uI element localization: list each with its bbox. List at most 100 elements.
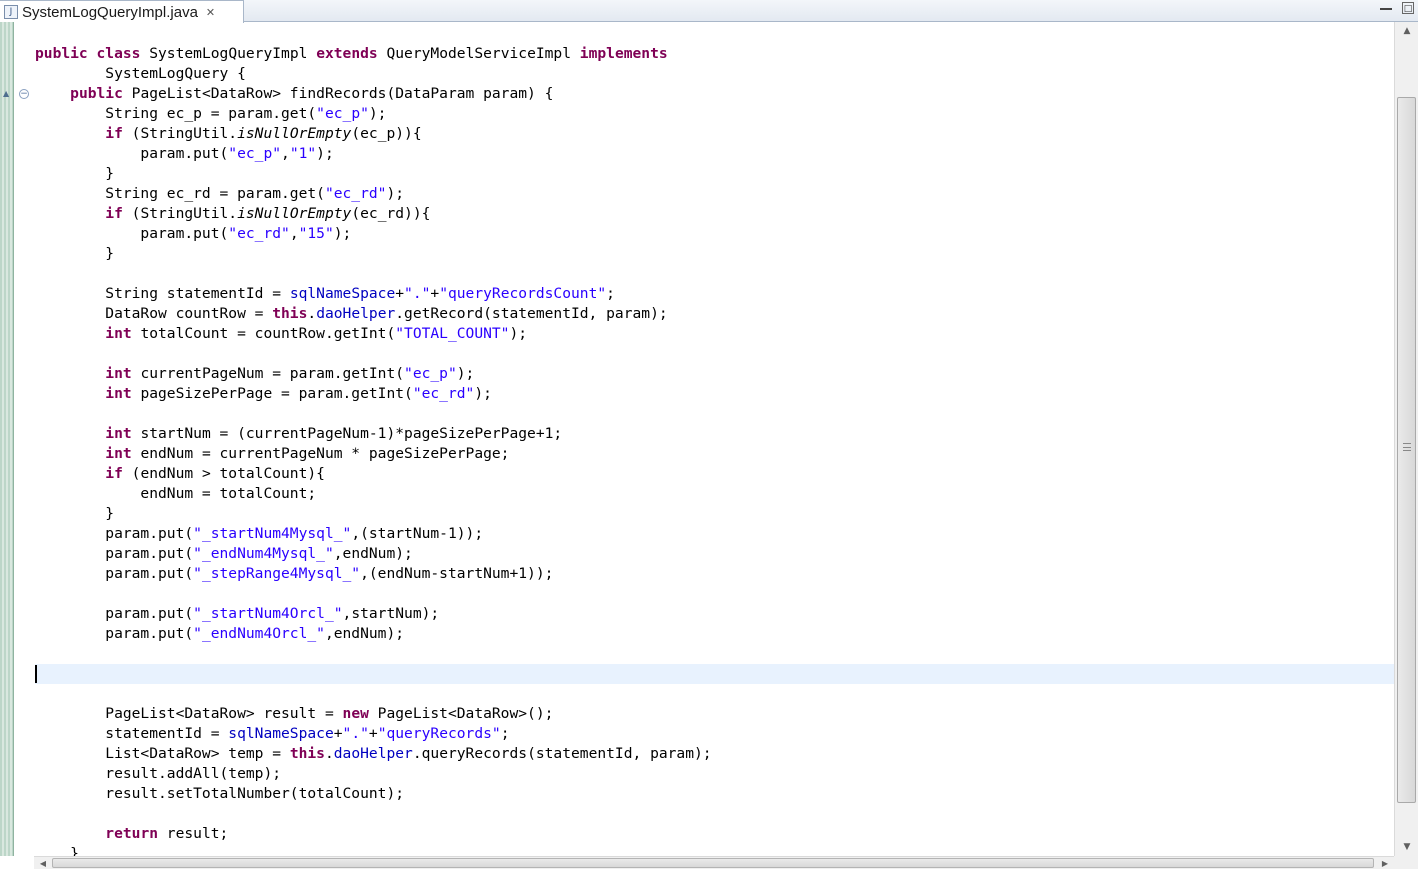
code-content[interactable]: public class SystemLogQueryImpl extends … <box>35 44 1394 856</box>
code-line[interactable]: param.put("ec_p","1"); <box>35 144 1394 164</box>
code-token: SystemLogQueryImpl <box>140 45 317 62</box>
code-line[interactable] <box>35 344 1394 364</box>
horizontal-scrollbar[interactable]: ◀ ▶ <box>34 856 1394 869</box>
code-token: endNum = currentPageNum * pageSizePerPag… <box>131 445 510 462</box>
code-editor[interactable]: public class SystemLogQueryImpl extends … <box>34 22 1394 856</box>
code-token: int <box>105 365 132 382</box>
code-token: param.put( <box>35 545 194 562</box>
code-token: ); <box>386 185 405 202</box>
scroll-up-icon[interactable]: ▲ <box>1399 24 1415 38</box>
scroll-right-icon[interactable]: ▶ <box>1378 857 1392 869</box>
code-token: param.put( <box>35 525 194 542</box>
code-token: "ec_p" <box>228 145 282 162</box>
code-token: ); <box>509 325 528 342</box>
code-line[interactable]: if (endNum > totalCount){ <box>35 464 1394 484</box>
code-token: . <box>307 305 317 322</box>
maximize-icon[interactable]: □ <box>1402 2 1414 14</box>
code-token: totalCount = countRow.getInt( <box>131 325 396 342</box>
code-line[interactable]: String statementId = sqlNameSpace+"."+"q… <box>35 284 1394 304</box>
code-line[interactable] <box>35 584 1394 604</box>
code-line[interactable]: DataRow countRow = this.daoHelper.getRec… <box>35 304 1394 324</box>
code-token: extends <box>316 45 378 62</box>
code-line[interactable]: if (StringUtil.isNullOrEmpty(ec_rd)){ <box>35 204 1394 224</box>
code-token: isNullOrEmpty <box>237 125 352 142</box>
code-line[interactable]: } <box>35 844 1394 856</box>
code-token: ); <box>316 145 334 162</box>
collapse-icon[interactable]: − <box>19 89 29 99</box>
code-token: List<DataRow> temp = <box>35 745 290 762</box>
code-line[interactable]: } <box>35 504 1394 524</box>
code-line[interactable]: public class SystemLogQueryImpl extends … <box>35 44 1394 64</box>
code-line[interactable]: param.put("_startNum4Mysql_",(startNum-1… <box>35 524 1394 544</box>
code-token: .getRecord(statementId, param); <box>395 305 668 322</box>
code-token: new <box>342 705 369 722</box>
code-line[interactable]: param.put("_stepRange4Mysql_",(endNum-st… <box>35 564 1394 584</box>
code-token: "15" <box>298 225 334 242</box>
code-line[interactable]: return result; <box>35 824 1394 844</box>
code-line[interactable]: param.put("ec_rd","15"); <box>35 224 1394 244</box>
code-line[interactable]: if (StringUtil.isNullOrEmpty(ec_p)){ <box>35 124 1394 144</box>
code-token: "1" <box>289 145 317 162</box>
horizontal-scroll-thumb[interactable] <box>52 858 1374 868</box>
minimize-icon[interactable] <box>1380 2 1392 10</box>
code-line[interactable]: String ec_p = param.get("ec_p"); <box>35 104 1394 124</box>
code-token: result.setTotalNumber(totalCount); <box>35 785 405 802</box>
code-token: QueryModelServiceImpl <box>377 45 580 62</box>
code-token: "_endNum4Orcl_" <box>193 625 325 642</box>
code-token: sqlNameSpace <box>228 725 334 742</box>
code-line[interactable]: endNum = totalCount; <box>35 484 1394 504</box>
code-line[interactable]: param.put("_endNum4Orcl_",endNum); <box>35 624 1394 644</box>
code-token: + <box>395 285 405 302</box>
code-line[interactable]: int endNum = currentPageNum * pageSizePe… <box>35 444 1394 464</box>
code-line[interactable]: result.setTotalNumber(totalCount); <box>35 784 1394 804</box>
code-token: int <box>105 325 132 342</box>
code-line[interactable]: int totalCount = countRow.getInt("TOTAL_… <box>35 324 1394 344</box>
code-token: this <box>272 305 308 322</box>
code-line[interactable] <box>35 264 1394 284</box>
vertical-scrollbar[interactable]: ▲ ▼ <box>1394 22 1418 856</box>
text-caret <box>35 665 37 683</box>
code-token: .queryRecords(statementId, param); <box>412 745 712 762</box>
code-token: "TOTAL_COUNT" <box>395 325 510 342</box>
code-line[interactable] <box>35 664 1394 684</box>
code-line[interactable]: SystemLogQuery { <box>35 64 1394 84</box>
code-token: } <box>35 845 79 856</box>
code-token: "ec_p" <box>404 365 457 382</box>
code-line[interactable]: String ec_rd = param.get("ec_rd"); <box>35 184 1394 204</box>
window-controls: □ <box>1380 2 1414 14</box>
code-line[interactable]: result.addAll(temp); <box>35 764 1394 784</box>
code-line[interactable]: PageList<DataRow> result = new PageList<… <box>35 704 1394 724</box>
code-line[interactable]: List<DataRow> temp = this.daoHelper.quer… <box>35 744 1394 764</box>
close-icon[interactable]: ✕ <box>206 6 215 19</box>
code-line[interactable]: int pageSizePerPage = param.getInt("ec_r… <box>35 384 1394 404</box>
code-line[interactable]: param.put("_endNum4Mysql_",endNum); <box>35 544 1394 564</box>
folding-gutter <box>15 22 33 856</box>
code-token: "_stepRange4Mysql_" <box>193 565 361 582</box>
code-token: daoHelper <box>333 745 413 762</box>
code-token: ); <box>368 105 387 122</box>
code-line[interactable]: int startNum = (currentPageNum-1)*pageSi… <box>35 424 1394 444</box>
code-line[interactable]: int currentPageNum = param.getInt("ec_p"… <box>35 364 1394 384</box>
code-line[interactable]: param.put("_startNum4Orcl_",startNum); <box>35 604 1394 624</box>
scroll-left-icon[interactable]: ◀ <box>36 857 50 869</box>
code-token: "ec_rd" <box>412 385 475 402</box>
code-token: implements <box>579 45 668 62</box>
code-line[interactable] <box>35 804 1394 824</box>
code-line[interactable]: public PageList<DataRow> findRecords(Dat… <box>35 84 1394 104</box>
vertical-scroll-thumb[interactable] <box>1397 97 1416 803</box>
code-token: param.put( <box>35 625 194 642</box>
code-line[interactable] <box>35 684 1394 704</box>
code-token: ,(endNum-startNum+1)); <box>360 565 554 582</box>
editor-tab[interactable]: J SystemLogQueryImpl.java ✕ <box>0 0 244 23</box>
code-line[interactable]: } <box>35 164 1394 184</box>
code-line[interactable]: statementId = sqlNameSpace+"."+"queryRec… <box>35 724 1394 744</box>
code-line[interactable] <box>35 644 1394 664</box>
code-line[interactable] <box>35 404 1394 424</box>
code-token: "_startNum4Mysql_" <box>193 525 352 542</box>
code-token: } <box>35 505 115 522</box>
scroll-down-icon[interactable]: ▼ <box>1399 840 1415 854</box>
code-line[interactable]: } <box>35 244 1394 264</box>
